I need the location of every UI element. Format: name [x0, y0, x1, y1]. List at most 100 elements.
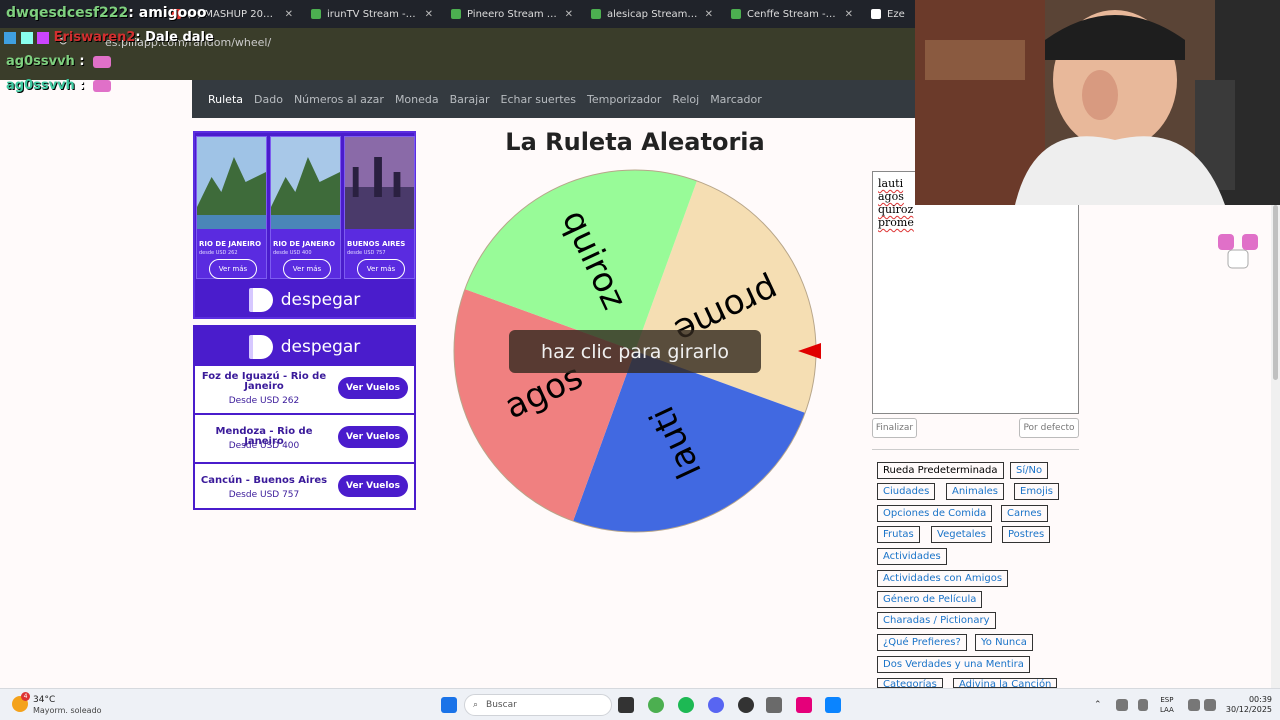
preset-movie-genre[interactable]: Género de Película [877, 591, 983, 608]
obs-icon[interactable] [738, 697, 754, 713]
browser-tab[interactable]: alesicap Stream - Watch L ✕ [583, 0, 723, 28]
ad-city: RIO DE JANEIRO [273, 240, 336, 248]
taskbar-search[interactable]: ⌕ Buscar [464, 694, 612, 716]
kick-icon [311, 9, 321, 19]
tab-label: alesicap Stream - Watch L [607, 8, 699, 20]
default-button[interactable]: Por defecto [1019, 418, 1079, 438]
spotify-icon[interactable] [678, 697, 694, 713]
preset-friend-activities[interactable]: Actividades con Amigos [877, 570, 1009, 587]
page-scrollbar[interactable] [1271, 205, 1280, 688]
windows-start-icon[interactable] [441, 697, 457, 713]
view-flights-button[interactable]: Ver Vuelos [338, 377, 408, 399]
preset-cities[interactable]: Ciudades [877, 483, 936, 500]
ad-card[interactable]: RIO DE JANEIRO desde USD 262 Ver más [196, 136, 267, 279]
preset-categories[interactable]: Categorías [877, 678, 943, 688]
browser-tab[interactable]: Cenffe Stream - Watch Li ✕ [723, 0, 863, 28]
preset-animals[interactable]: Animales [946, 483, 1004, 500]
ad-more-button[interactable]: Ver más [283, 259, 331, 279]
chat-message: dwqesdcesf222: amigooo [6, 5, 206, 21]
preset-default-wheel[interactable]: Rueda Predeterminada [877, 462, 1004, 479]
preset-desserts[interactable]: Postres [1002, 526, 1051, 543]
scrollbar-thumb[interactable] [1273, 205, 1278, 380]
nav-ruleta[interactable]: Ruleta [208, 93, 243, 106]
nav-barajar[interactable]: Barajar [450, 93, 490, 106]
preset-meats[interactable]: Carnes [1001, 505, 1048, 522]
flight-row[interactable]: Mendoza - Rio de Janeiro Desde USD 400 V… [195, 415, 414, 464]
chat-username: dwqesdcesf222 [6, 5, 129, 21]
sticker-icon [1218, 234, 1258, 269]
snipping-tool-icon[interactable] [766, 697, 782, 713]
close-icon[interactable]: ✕ [425, 9, 443, 20]
preset-would-you-rather[interactable]: ¿Qué Prefieres? [877, 634, 967, 651]
tab-label: Pineero Stream - Watch L [467, 8, 559, 20]
kick-icon [591, 9, 601, 19]
browser-tab[interactable]: Pineero Stream - Watch L ✕ [443, 0, 583, 28]
browser-tab[interactable]: irunTV Stream - Watch Li ✕ [303, 0, 443, 28]
ad-price: desde USD 757 [347, 250, 386, 256]
names-textarea[interactable]: lauti agos quiroz prome [872, 171, 1079, 414]
nav-echar-suertes[interactable]: Echar suertes [501, 93, 577, 106]
chat-text: : Dale dale [135, 30, 214, 45]
x-icon [871, 9, 881, 19]
preset-two-truths[interactable]: Dos Verdades y una Mentira [877, 656, 1030, 673]
flight-route: Cancún - Buenos Aires [200, 475, 328, 486]
brand-name: despegar [280, 290, 361, 310]
task-view-icon[interactable] [618, 697, 634, 713]
volume-icon[interactable] [1204, 699, 1216, 711]
microphone-icon[interactable] [1138, 699, 1148, 711]
tab-label: Cenffe Stream - Watch Li [747, 8, 839, 20]
ad-banner-top[interactable]: RIO DE JANEIRO desde USD 262 Ver más RIO… [193, 131, 416, 319]
nav-marcador[interactable]: Marcador [710, 93, 762, 106]
page-title: La Ruleta Aleatoria [505, 128, 765, 156]
chat-username: Eriswaren2 [53, 30, 136, 45]
nav-moneda[interactable]: Moneda [395, 93, 439, 106]
view-flights-button[interactable]: Ver Vuelos [338, 475, 408, 497]
ad-more-button[interactable]: Ver más [357, 259, 405, 279]
browser-tab[interactable]: Eze [863, 0, 915, 28]
preset-never-have-i[interactable]: Yo Nunca [975, 634, 1033, 651]
chat-username: ag0ssvvh [6, 78, 75, 93]
ad-card[interactable]: RIO DE JANEIRO desde USD 400 Ver más [270, 136, 341, 279]
tiktok-icon[interactable] [796, 697, 812, 713]
close-icon[interactable]: ✕ [565, 9, 583, 20]
preset-fruits[interactable]: Frutas [877, 526, 920, 543]
chrome-icon[interactable] [648, 697, 664, 713]
taskbar: 4 34°C Mayorm. soleado ⌕ Buscar ⌃ ESP LA… [0, 688, 1280, 720]
clock[interactable]: 00:39 30/12/2025 [1224, 695, 1272, 715]
flight-row[interactable]: Cancún - Buenos Aires Desde USD 757 Ver … [195, 464, 414, 513]
preset-guess-song[interactable]: Adivina la Canción [953, 678, 1058, 688]
preset-emojis[interactable]: Emojis [1014, 483, 1059, 500]
preset-charades[interactable]: Charadas / Pictionary [877, 612, 996, 629]
chevron-up-icon[interactable]: ⌃ [1094, 700, 1104, 710]
view-flights-button[interactable]: Ver Vuelos [338, 426, 408, 448]
preset-vegetables[interactable]: Vegetales [931, 526, 992, 543]
badge-icon [37, 31, 50, 44]
preset-food[interactable]: Opciones de Comida [877, 505, 993, 522]
nav-reloj[interactable]: Reloj [672, 93, 699, 106]
ad-price: desde USD 262 [199, 250, 238, 256]
chat-message: ag0ssvvh : [6, 78, 112, 93]
display-icon[interactable] [1188, 699, 1200, 711]
nav-numeros[interactable]: Números al azar [294, 93, 384, 106]
spin-button[interactable]: haz clic para girarlo [509, 330, 761, 373]
notepad-icon[interactable] [825, 697, 841, 713]
network-icon[interactable] [1116, 699, 1128, 711]
language-indicator[interactable]: ESP LAA [1160, 695, 1174, 715]
flight-row[interactable]: Foz de Iguazú - Rio de Janeiro Desde USD… [195, 366, 414, 415]
close-icon[interactable]: ✕ [845, 9, 863, 20]
preset-yes-no[interactable]: Sí/No [1010, 462, 1049, 479]
ad-card[interactable]: BUENOS AIRES desde USD 757 Ver más [344, 136, 415, 279]
nav-temporizador[interactable]: Temporizador [587, 93, 661, 106]
finish-button[interactable]: Finalizar [872, 418, 917, 438]
ad-city: RIO DE JANEIRO [199, 240, 262, 248]
ad-banner-flights[interactable]: despegar Foz de Iguazú - Rio de Janeiro … [193, 325, 416, 510]
close-icon[interactable]: ✕ [285, 9, 303, 20]
nav-dado[interactable]: Dado [254, 93, 283, 106]
discord-icon[interactable] [708, 697, 724, 713]
badge-icon [20, 31, 33, 44]
close-icon[interactable]: ✕ [705, 9, 723, 20]
ad-more-button[interactable]: Ver más [209, 259, 257, 279]
chat-text: : [79, 54, 85, 69]
preset-activities[interactable]: Actividades [877, 548, 947, 565]
brand-name: despegar [280, 336, 361, 357]
